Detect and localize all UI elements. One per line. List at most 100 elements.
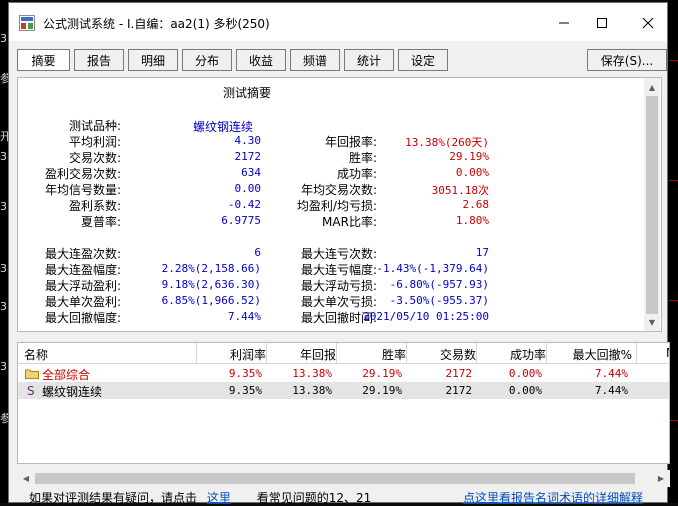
background-line [670,60,678,61]
stat-value: 1.80% [455,214,489,227]
stat-value: 634 [241,166,261,179]
column-header[interactable]: 最大回撤% [546,346,632,363]
close-icon [642,17,654,29]
stat-value: -0.42 [227,198,261,211]
stat-label: 盈利交易次数: [44,167,121,181]
column-header[interactable]: 成功率 [476,346,546,363]
background-line [670,420,678,421]
column-header[interactable]: 名称 [24,346,48,363]
scroll-down-icon[interactable]: ▼ [644,314,660,330]
stat-label: 交易次数: [68,151,121,165]
tab-distribution[interactable]: 分布 [182,49,232,71]
maximize-icon [597,18,607,28]
background-mark: 3 [0,262,7,275]
tab-statistics[interactable]: 统计 [344,49,394,71]
stat-label: 盈利系数: [68,199,121,213]
stat-label: 成功率: [336,167,377,181]
title-bar[interactable]: 公式测试系统 - I.自编：aa2(1) 多秒(250) [9,3,667,41]
stat-label: 最大回撤幅度: [44,311,121,325]
row-name: 全部综合 [42,368,91,382]
table-cell: 29.19% [362,367,402,380]
stat-value: 2021/05/10 01:25:00 [363,310,489,323]
stat-value: 7.44% [227,310,261,323]
stat-value: 13.38%(260天) [405,136,489,149]
save-button[interactable]: 保存(S)... [587,49,667,71]
scroll-up-icon[interactable]: ▲ [644,79,660,95]
stat-value: 3051.18次 [431,184,489,197]
minimize-button[interactable] [549,12,579,34]
table-cell: 0.00% [508,367,542,380]
stat-value: 6.85%(1,966.52) [161,294,261,307]
stat-value: 17 [475,246,489,259]
column-header[interactable]: 利润率 [196,346,266,363]
stat-value: -1.43%(-1,379.64) [376,262,489,275]
window-title: 公式测试系统 - I.自编：aa2(1) 多秒(250) [43,17,270,31]
stat-label: 最大浮动盈利: [44,279,121,293]
folder-icon [25,369,39,379]
results-table: 名称 利润率 年回报 胜率 交易数 成功率 最大回撤% M 全部综合 9.35%… [17,342,670,464]
maximize-button[interactable] [587,12,617,34]
tab-details[interactable]: 明细 [128,49,178,71]
table-row[interactable]: S 螺纹钢连续 9.35% 13.38% 29.19% 2172 0.00% 7… [18,382,669,399]
glossary-link[interactable]: 点这里看报告名词术语的详细解释 [463,489,643,506]
scroll-thumb[interactable] [35,473,635,484]
table-row[interactable]: 全部综合 9.35% 13.38% 29.19% 2172 0.00% 7.44… [18,365,669,382]
vertical-scrollbar[interactable]: ▲ ▼ [644,78,660,331]
scroll-thumb[interactable] [646,96,658,314]
stat-label: 最大单次盈利: [44,295,121,309]
stat-value: 螺纹钢连续 [192,120,253,134]
stat-value: 4.30 [234,134,262,147]
stat-value: 2172 [234,150,262,163]
stat-label: 年均交易次数: [300,183,377,197]
column-header[interactable]: 交易数 [406,346,476,363]
table-cell: 2172 [445,367,473,380]
stat-value: -6.80%(-957.93) [389,278,489,291]
stat-value: 6.9775 [221,214,261,227]
stat-value: 6 [254,246,261,259]
table-header: 名称 利润率 年回报 胜率 交易数 成功率 最大回撤% M [18,343,669,364]
background-line [670,300,678,301]
stat-value: 2.28%(2,158.66) [161,262,261,275]
column-header[interactable]: M [666,346,669,360]
scroll-right-icon[interactable]: ▶ [654,471,668,486]
background-mark: 3 [0,150,7,163]
stat-value: 29.19% [449,150,489,163]
stat-label: 最大连盈幅度: [44,263,121,277]
table-cell: 0.00% [508,384,542,397]
stat-label: 胜率: [348,151,377,165]
table-cell: 29.19% [362,384,402,397]
stat-label: 平均利润: [68,135,121,149]
background-line [670,180,678,181]
stat-value: 9.18%(2,636.30) [161,278,261,291]
horizontal-scrollbar[interactable]: ◀ ▶ [17,470,670,487]
background-mark: 3 [0,360,7,373]
row-name: 螺纹钢连续 [42,385,103,399]
table-cell: 9.35% [228,384,262,397]
stat-value: 2.68 [462,198,490,211]
s-icon: S [27,384,35,397]
stat-label: 年回报率: [324,135,377,149]
table-cell: 9.35% [228,367,262,380]
stat-label: 夏普率: [80,215,121,229]
summary-panel: 测试摘要 测试品种: 螺纹钢连续 平均利润: 4.30 交易次数: 2172 盈… [17,77,662,332]
footer-help: 如果对评测结果有疑问，请点击 这里 看常见问题的12、21 [29,489,371,506]
tab-report[interactable]: 报告 [74,49,124,71]
minimize-icon [559,22,569,24]
column-header[interactable]: 年回报 [266,346,336,363]
tab-summary[interactable]: 摘要 [17,49,70,71]
stat-value: 0.00 [234,182,262,195]
background-mark: 3 [0,300,7,313]
scroll-left-icon[interactable]: ◀ [19,471,33,486]
close-button[interactable] [633,12,663,34]
column-divider[interactable] [636,343,637,363]
tab-spectrum[interactable]: 频谱 [290,49,340,71]
stat-value: 0.00% [455,166,489,179]
stat-label: 测试品种: [68,119,121,133]
stat-label: 均盈利/均亏损: [296,199,377,213]
tab-returns[interactable]: 收益 [236,49,286,71]
column-header[interactable]: 胜率 [336,346,406,363]
table-cell: 2172 [445,384,473,397]
table-cell: 13.38% [292,367,332,380]
tab-settings[interactable]: 设定 [398,49,448,71]
background-mark: 3 [0,200,7,213]
